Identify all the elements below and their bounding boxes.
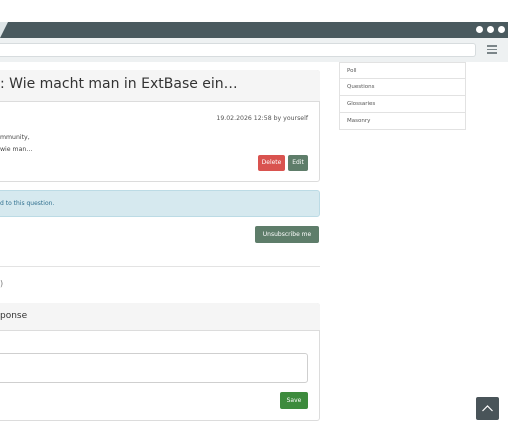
question-title: : Wie macht man in ExtBase ein… xyxy=(0,76,238,92)
sidebar-item-questions[interactable]: Questions xyxy=(339,79,466,96)
divider xyxy=(0,266,320,267)
chevron-up-icon xyxy=(482,405,493,412)
question-body-line: wie man… xyxy=(0,146,33,153)
window-control-dot[interactable] xyxy=(498,26,505,33)
response-title: ponse xyxy=(0,311,28,321)
sidebar-item-poll[interactable]: Poll xyxy=(339,62,466,79)
window-control-dot[interactable] xyxy=(487,26,494,33)
delete-button[interactable]: Delete xyxy=(258,155,285,171)
browser-tab[interactable] xyxy=(0,22,8,38)
address-bar[interactable] xyxy=(0,43,476,57)
answers-count: ) xyxy=(0,279,4,288)
response-textarea[interactable] xyxy=(0,353,308,383)
subscription-alert-text: d to this question. xyxy=(0,200,55,207)
edit-button[interactable]: Edit xyxy=(288,155,308,171)
sidebar-item-masonry[interactable]: Masonry xyxy=(339,113,466,130)
question-meta: 19.02.2026 12:58 by yourself xyxy=(216,115,308,122)
scroll-top-button[interactable] xyxy=(476,397,499,420)
response-header xyxy=(0,303,320,331)
browser-title-bar xyxy=(0,22,508,38)
window-control-dot[interactable] xyxy=(476,26,483,33)
sidebar-list: Poll Questions Glossaries Masonry xyxy=(339,62,466,130)
sidebar-item-glossaries[interactable]: Glossaries xyxy=(339,96,466,113)
unsubscribe-button[interactable]: Unsubscribe me xyxy=(255,226,319,243)
save-button[interactable]: Save xyxy=(280,392,308,409)
hamburger-icon[interactable] xyxy=(487,45,497,55)
question-body-line: mmunity, xyxy=(0,134,30,141)
